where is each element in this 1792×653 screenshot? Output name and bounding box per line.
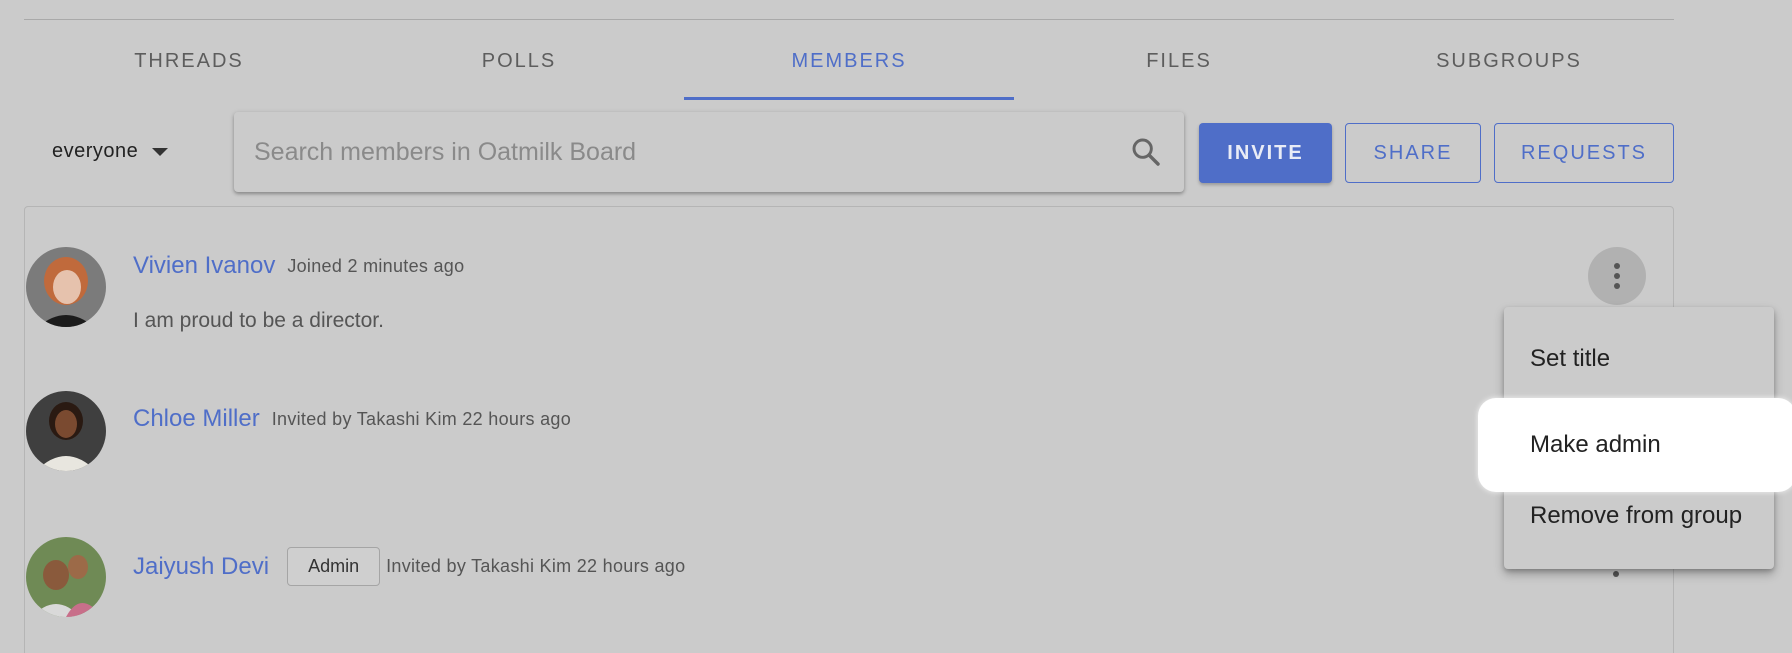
tab-polls[interactable]: POLLS [354,20,684,100]
more-vert-icon [1614,263,1620,289]
member-meta: Invited by Takashi Kim 22 hours ago [271,408,572,429]
member-bio: I am proud to be a director. [133,309,384,332]
member-name-line: Chloe Miller Invited by Takashi Kim 22 h… [133,405,571,433]
member-name-line: Jaiyush Devi Admin Invited by Takashi Ki… [133,547,685,586]
tab-members[interactable]: MEMBERS [684,20,1014,100]
caret-down-icon [152,147,169,156]
member-actions-menu: Set title Make admin Remove from group [1478,307,1792,569]
members-toolbar: everyone INVITE SHARE REQUESTS [24,112,1674,194]
member-name-line: Vivien Ivanov Joined 2 minutes ago [133,252,464,280]
invite-button[interactable]: INVITE [1199,123,1332,183]
menu-item-remove-from-group[interactable]: Remove from group [1504,477,1774,555]
member-filter-label: everyone [52,140,139,162]
menu-item-set-title[interactable]: Set title [1504,320,1774,398]
avatar[interactable] [26,537,106,617]
member-meta: Invited by Takashi Kim 22 hours ago [386,556,686,576]
requests-button[interactable]: REQUESTS [1494,123,1674,183]
more-vert-icon[interactable] [1613,571,1619,577]
avatar[interactable] [26,247,106,327]
share-button[interactable]: SHARE [1345,123,1481,183]
tab-threads[interactable]: THREADS [24,20,354,100]
search-input[interactable] [234,112,1184,192]
admin-badge: Admin [287,547,381,586]
group-tabs: THREADS POLLS MEMBERS FILES SUBGROUPS [24,20,1674,100]
member-name[interactable]: Vivien Ivanov [133,252,275,280]
member-search-box [234,112,1184,192]
search-icon[interactable] [1130,136,1162,168]
member-name[interactable]: Chloe Miller [133,405,260,433]
member-filter-dropdown[interactable]: everyone [52,140,169,163]
tab-files[interactable]: FILES [1014,20,1344,100]
member-meta: Joined 2 minutes ago [287,255,465,276]
member-actions-button[interactable] [1588,247,1646,305]
member-name[interactable]: Jaiyush Devi [133,553,269,581]
avatar[interactable] [26,391,106,471]
tab-subgroups[interactable]: SUBGROUPS [1344,20,1674,100]
